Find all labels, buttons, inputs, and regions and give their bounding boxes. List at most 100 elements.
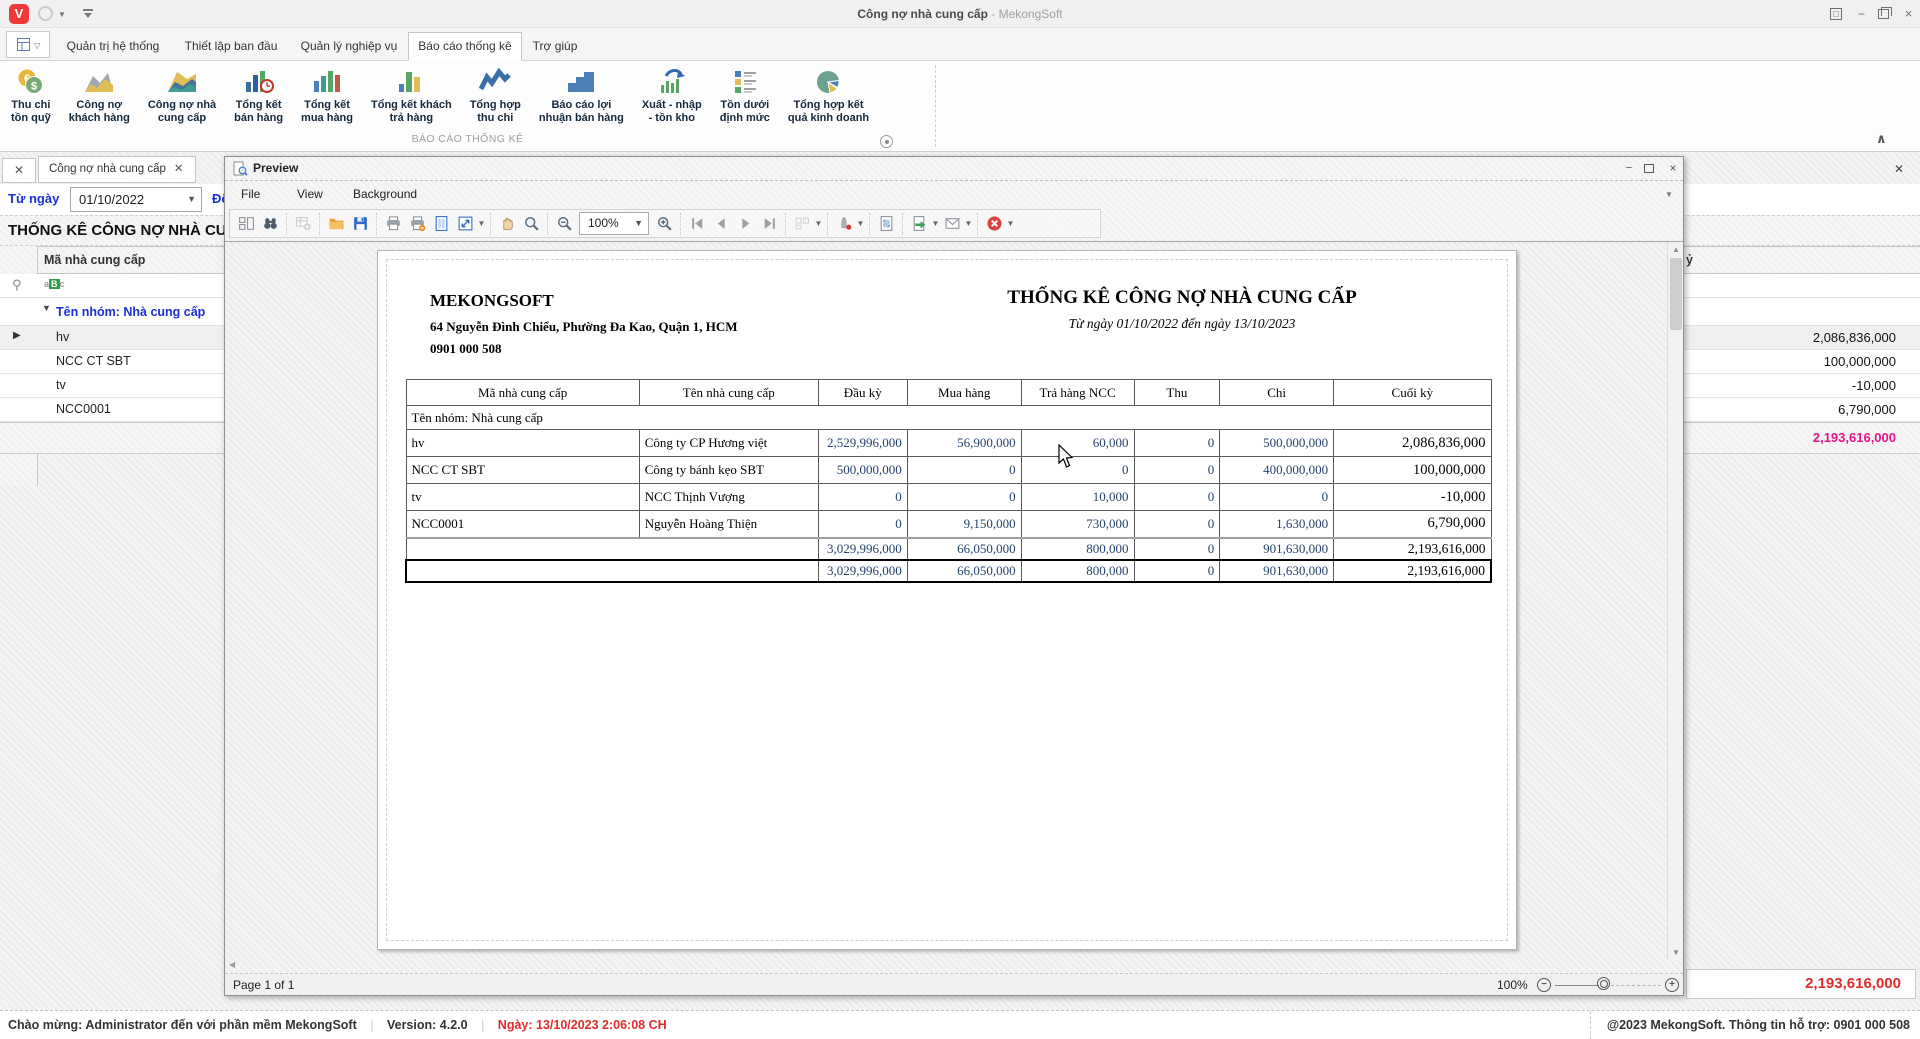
group-collapse-icon[interactable]: ▼ [42,303,51,313]
zoom-slider-track-right[interactable] [1611,985,1661,986]
dialog-launcher-icon[interactable] [880,135,893,148]
ribbon-tab-2[interactable]: Thiết lập ban đầu [172,32,290,59]
ribbon-tab-3[interactable]: Quản lý nghiệp vụ [292,32,406,59]
watermark-icon[interactable] [874,212,898,236]
export-icon[interactable] [907,212,931,236]
abc-filter-icon[interactable]: aBc [44,279,65,289]
zoom-in-icon[interactable] [652,212,676,236]
page-color-dropdown-icon[interactable]: ▼ [856,219,865,228]
report-total-cell: 901,630,000 [1220,560,1334,582]
group-row-label: Tên nhóm: Nhà cung cấp [56,298,205,326]
prev-page-icon[interactable] [709,212,733,236]
preview-maximize-icon[interactable] [1644,164,1654,173]
list-levels-icon [720,65,770,99]
collapse-ribbon-icon[interactable]: ∧ [1876,131,1887,147]
area-chart-gray-icon [69,65,130,99]
ribbon-item-5[interactable]: Tổng kếtmua hàng [292,63,362,131]
tabstrip-close-button[interactable]: ✕ [2,158,36,183]
horizontal-scrollbar[interactable]: ◀ [225,959,1667,973]
last-page-icon[interactable] [757,212,781,236]
ribbon-item-10[interactable]: Tồn dướiđịnh mức [711,63,779,131]
page-setup-icon[interactable] [429,212,453,236]
form-tab[interactable]: Công nợ nhà cung cấp✕ [38,156,196,183]
report-data-row: NCC0001Nguyễn Hoàng Thiện09,150,000730,0… [406,511,1491,538]
menu-overflow-icon[interactable]: ▼ [1665,190,1673,199]
report-cell: 0 [1134,511,1220,538]
zoom-slider-knob[interactable] [1597,977,1610,990]
print-icon[interactable] [381,212,405,236]
next-page-icon[interactable] [733,212,757,236]
chevron-down-icon[interactable]: ▼ [634,213,643,234]
preview-icon [232,161,248,177]
report-column-header: Cuối kỳ [1334,380,1491,406]
exit-dropdown-icon[interactable]: ▼ [1006,219,1015,228]
minimize-icon[interactable]: − [1854,7,1869,22]
ribbon-item-6[interactable]: Tổng kết kháchtrả hàng [362,63,461,131]
ribbon-item-1[interactable]: €$Thu chitồn quỹ [2,63,60,131]
report-total-cell: 0 [1134,560,1220,582]
zoom-out-icon[interactable] [552,212,576,236]
scroll-up-icon[interactable]: ▲ [1668,245,1683,254]
report-cell: 0 [907,484,1021,511]
report-table: Mã nhà cung cấpTên nhà cung cấpĐầu kỳMua… [405,379,1492,583]
search-icon[interactable] [258,212,282,236]
filter-pin-icon[interactable]: ⚲ [12,277,22,293]
ribbon-item-11[interactable]: Tổng hợp kếtquả kinh doanh [779,63,878,131]
ribbon-tab-5[interactable]: Trợ giúp [524,32,586,59]
ribbon-item-8[interactable]: Báo cáo lợinhuận bán hàng [530,63,633,131]
ribbon-item-3[interactable]: Công nợ nhàcung cấp [139,63,225,131]
email-dropdown-icon[interactable]: ▼ [964,219,973,228]
ribbon-tab-4[interactable]: Báo cáo thống kê [408,32,522,61]
hand-tool-icon[interactable] [495,212,519,236]
report-column-header: Tên nhà cung cấp [639,380,818,406]
vertical-scrollbar[interactable]: ▲ ▼ [1667,242,1683,960]
menu-background[interactable]: Background [349,181,421,207]
toolbar-separator [977,213,978,235]
ribbon-item-2[interactable]: Công nợkhách hàng [60,63,139,131]
scale-icon[interactable] [453,212,477,236]
report-cell: 1,630,000 [1220,511,1334,538]
preview-close-icon[interactable]: × [1665,162,1681,176]
close-icon[interactable]: × [1901,7,1916,22]
panel-close-icon[interactable]: ✕ [1894,162,1904,176]
first-page-icon[interactable] [685,212,709,236]
preview-minimize-icon[interactable]: − [1621,162,1637,176]
arrow-bars-icon [642,65,702,99]
zoom-out-button[interactable]: − [1537,978,1551,992]
form-tab-close-icon[interactable]: ✕ [174,163,184,175]
maximize-icon[interactable] [1878,9,1889,19]
menu-file[interactable]: File [237,181,264,207]
report-column-header: Mua hàng [907,380,1021,406]
from-date-input[interactable]: 01/10/2022▼ [70,187,202,212]
layout-icon[interactable] [234,212,258,236]
preview-titlebar[interactable]: Preview − × [225,157,1683,181]
ribbon-item-7[interactable]: Tổng hợpthu chi [461,63,530,131]
scrollbar-thumb[interactable] [1670,258,1682,330]
export-dropdown-icon[interactable]: ▼ [931,219,940,228]
scroll-left-icon[interactable]: ◀ [229,960,235,969]
zoom-in-button[interactable]: + [1665,978,1679,992]
open-folder-icon[interactable] [324,212,348,236]
scale-dropdown-icon[interactable]: ▼ [477,219,486,228]
save-icon[interactable] [348,212,372,236]
exit-icon[interactable] [982,212,1006,236]
multi-page-dropdown-icon[interactable]: ▼ [814,219,823,228]
from-date-label: Từ ngày [8,191,59,206]
ribbon-item-4[interactable]: Tổng kếtbán hàng [225,63,292,131]
zoom-slider-track[interactable] [1555,985,1599,986]
quick-print-icon[interactable] [405,212,429,236]
magnifier-icon[interactable] [519,212,543,236]
page-color-icon[interactable] [832,212,856,236]
scroll-down-icon[interactable]: ▼ [1668,948,1683,957]
email-icon[interactable] [940,212,964,236]
ribbon-tab-1[interactable]: Quản trị hệ thống [56,32,170,59]
report-phone: 0901 000 508 [430,341,502,357]
app-menu-button[interactable]: ▽ [6,31,50,58]
zoom-combo[interactable]: 100%▼ [579,212,649,235]
menu-view[interactable]: View [293,181,327,207]
svg-text:$: $ [31,81,37,93]
fullscreen-icon[interactable] [1830,8,1842,20]
ribbon-item-9[interactable]: Xuất - nhập- tồn kho [633,63,711,131]
chevron-down-icon[interactable]: ▼ [187,188,196,211]
report-column-header: Chi [1220,380,1334,406]
